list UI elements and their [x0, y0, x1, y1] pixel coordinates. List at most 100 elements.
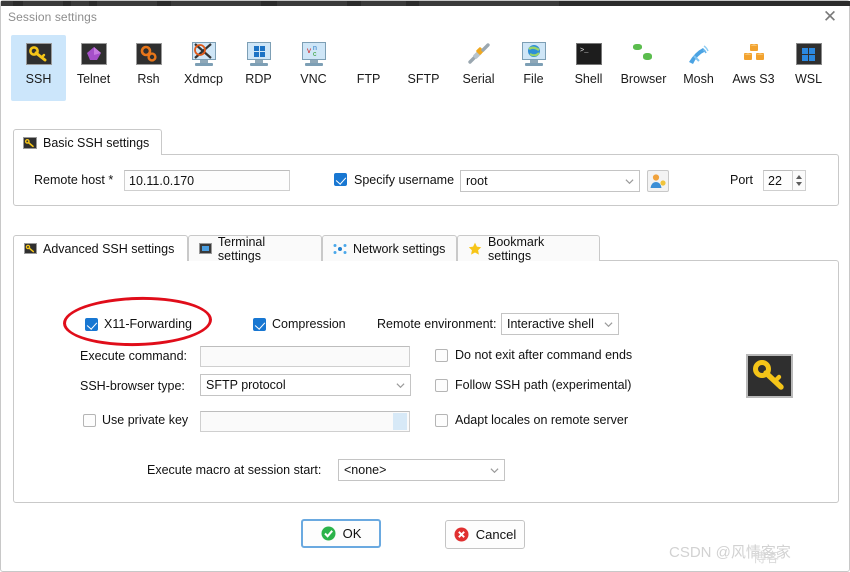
tab-terminal-settings[interactable]: Terminal settings	[188, 234, 322, 263]
protocol-xdmcp[interactable]: Xdmcp	[176, 35, 231, 101]
protocol-ftp[interactable]: FTP	[341, 35, 396, 101]
ssh-browser-type-value: SFTP protocol	[206, 378, 286, 392]
follow-ssh-path-checkbox[interactable]	[435, 379, 448, 392]
use-private-key-checkbox[interactable]	[83, 414, 96, 427]
cancel-circle-icon	[454, 527, 469, 542]
protocol-vnc[interactable]: v n c VNC	[286, 35, 341, 101]
compression-checkbox[interactable]	[253, 318, 266, 331]
tab-label: Network settings	[353, 241, 446, 256]
protocol-telnet[interactable]: Telnet	[66, 35, 121, 101]
star-icon	[468, 242, 482, 255]
terminal-icon	[199, 243, 212, 254]
vnc-icon: v n c	[301, 41, 327, 67]
ssh-key-preview-icon	[746, 354, 793, 398]
protocol-label: File	[523, 72, 544, 86]
protocol-selector: SSH Telnet Rsh Xdmcp RDP v n c VNC FTP S…	[11, 35, 841, 103]
spinner-up-icon[interactable]	[796, 175, 802, 179]
spinner-down-icon[interactable]	[796, 182, 802, 186]
close-icon[interactable]: ✕	[819, 8, 841, 28]
execute-macro-combo[interactable]: <none>	[338, 459, 505, 481]
protocol-ssh[interactable]: SSH	[11, 35, 66, 101]
compression-label: Compression	[272, 317, 346, 331]
tab-label: Advanced SSH settings	[43, 241, 175, 256]
cancel-button[interactable]: Cancel	[445, 520, 525, 549]
cancel-label: Cancel	[475, 527, 517, 542]
protocol-label: Serial	[462, 72, 495, 86]
svg-text:>_: >_	[580, 47, 589, 55]
ok-button[interactable]: OK	[301, 519, 381, 548]
protocol-label: Telnet	[76, 72, 111, 86]
tab-basic-ssh-settings[interactable]: Basic SSH settings	[13, 129, 163, 155]
do-not-exit-label: Do not exit after command ends	[455, 348, 633, 362]
remote-host-input[interactable]	[124, 170, 290, 191]
port-label: Port	[730, 173, 753, 187]
protocol-shell[interactable]: >_ Shell	[561, 35, 616, 101]
protocol-serial[interactable]: Serial	[451, 35, 506, 101]
tab-label: Terminal settings	[217, 234, 266, 263]
protocol-rsh[interactable]: Rsh	[121, 35, 176, 101]
ssh-key-icon	[24, 243, 37, 254]
ssh-key-icon	[25, 41, 52, 67]
execute-macro-value: <none>	[344, 463, 387, 477]
tab-advanced-ssh-settings[interactable]: Advanced SSH settings	[13, 235, 188, 261]
ssh-browser-type-label: SSH-browser type:	[80, 379, 185, 393]
ftp-globe-icon	[356, 41, 382, 67]
telnet-icon	[80, 41, 107, 67]
protocol-wsl[interactable]: WSL	[781, 35, 836, 101]
dialog-titlebar: Session settings ✕	[1, 6, 850, 28]
protocol-label: Mosh	[683, 72, 714, 86]
protocol-label: SFTP	[407, 72, 440, 86]
remote-host-label: Remote host *	[34, 173, 114, 187]
mosh-satellite-icon	[686, 41, 712, 67]
private-key-input[interactable]	[200, 411, 410, 432]
ssh-key-icon	[23, 136, 37, 149]
protocol-label: Aws S3	[732, 72, 775, 86]
port-spinner[interactable]	[792, 170, 806, 191]
tab-network-settings[interactable]: Network settings	[322, 235, 457, 261]
session-settings-dialog: Session settings ✕ SSH Telnet Rsh Xdmcp …	[0, 0, 850, 572]
chevron-down-icon	[604, 322, 613, 328]
browse-file-icon[interactable]	[393, 413, 407, 430]
protocol-mosh[interactable]: Mosh	[671, 35, 726, 101]
adapt-locales-label: Adapt locales on remote server	[455, 413, 629, 427]
protocol-aws-s3[interactable]: Aws S3	[726, 35, 781, 101]
browser-globe-icon	[631, 41, 657, 67]
xdmcp-icon	[191, 41, 217, 67]
settings-tabstrip: Advanced SSH settings Terminal settings	[13, 234, 839, 263]
protocol-label: SSH	[25, 72, 52, 86]
x11-forwarding-checkbox[interactable]	[85, 318, 98, 331]
remote-environment-combo[interactable]: Interactive shell	[501, 313, 619, 335]
port-input[interactable]	[763, 170, 793, 191]
check-circle-icon	[321, 526, 336, 541]
protocol-browser[interactable]: Browser	[616, 35, 671, 101]
do-not-exit-checkbox[interactable]	[435, 349, 448, 362]
username-combo[interactable]: root	[460, 170, 640, 192]
rsh-gears-icon	[135, 41, 162, 67]
protocol-label: RDP	[245, 72, 272, 86]
protocol-label: VNC	[300, 72, 327, 86]
chevron-down-icon	[625, 179, 634, 185]
protocol-file[interactable]: File	[506, 35, 561, 101]
protocol-label: WSL	[794, 72, 823, 86]
execute-command-input[interactable]	[200, 346, 410, 367]
wsl-windows-icon	[795, 41, 822, 67]
network-dots-icon	[333, 243, 347, 255]
ssh-browser-type-combo[interactable]: SFTP protocol	[200, 374, 411, 396]
remote-environment-value: Interactive shell	[507, 317, 594, 331]
adapt-locales-checkbox[interactable]	[435, 414, 448, 427]
username-value: root	[466, 174, 488, 188]
sftp-globe-icon	[411, 41, 437, 67]
protocol-label: Browser	[620, 72, 667, 86]
protocol-rdp[interactable]: RDP	[231, 35, 286, 101]
use-private-key-label: Use private key	[102, 413, 189, 427]
protocol-label: Rsh	[137, 72, 160, 86]
protocol-sftp[interactable]: SFTP	[396, 35, 451, 101]
specify-username-checkbox[interactable]	[334, 173, 347, 186]
svg-text:v: v	[307, 46, 311, 55]
tab-bookmark-settings[interactable]: Bookmark settings	[457, 235, 600, 263]
watermark-text-secondary: 博客	[753, 550, 780, 565]
select-user-button[interactable]	[647, 170, 669, 192]
svg-text:c: c	[313, 51, 317, 58]
protocol-label: FTP	[356, 72, 381, 86]
serial-plug-icon	[466, 41, 492, 67]
